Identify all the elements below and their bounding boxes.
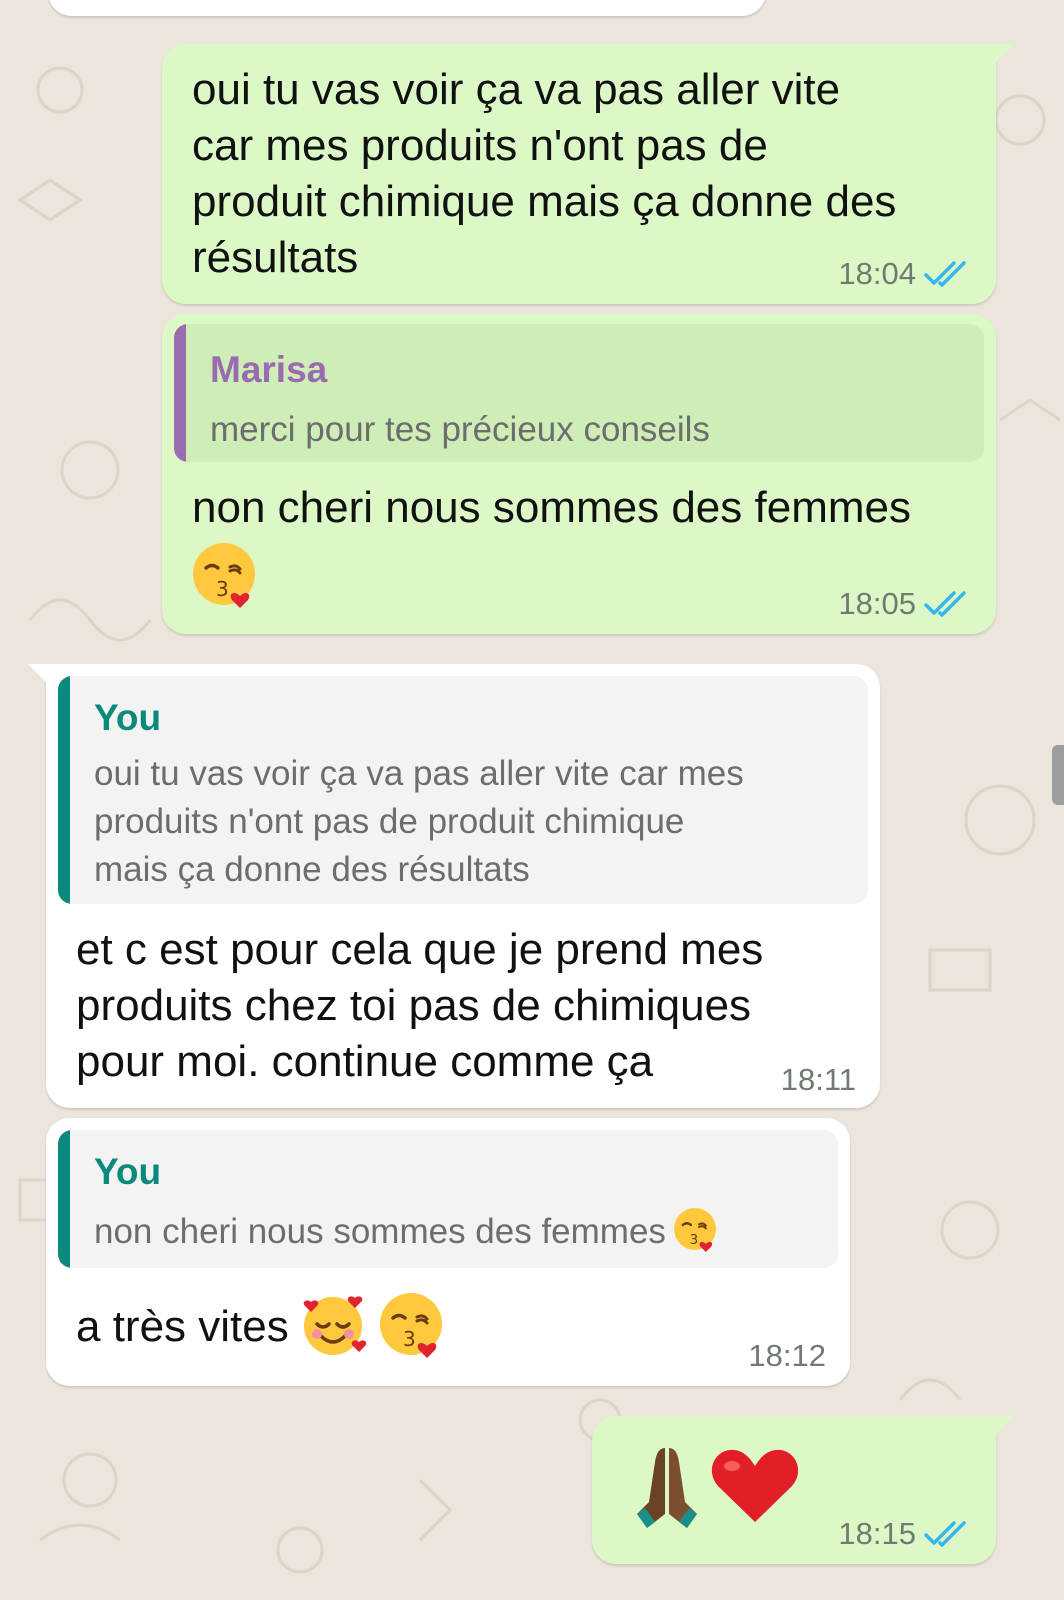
quote-author: You <box>94 1151 162 1192</box>
quote-text: non cheri nous sommes des femmes <box>94 1211 666 1251</box>
svg-text:3: 3 <box>216 577 229 601</box>
message-meta: 18:04 <box>838 256 972 292</box>
quote-accent-bar <box>174 324 186 462</box>
message-time: 18:15 <box>838 1516 916 1551</box>
double-check-read-icon <box>924 589 972 619</box>
previous-message-bubble[interactable] <box>48 0 766 16</box>
bubble-tail <box>994 1416 1014 1436</box>
quote-author: You <box>94 697 162 738</box>
red-heart-emoji <box>710 1446 800 1531</box>
message-bubble-outgoing-reply[interactable]: Marisa merci pour tes précieux conseils … <box>162 314 996 634</box>
smiling-face-with-hearts-emoji <box>299 1290 367 1363</box>
scrollbar-thumb[interactable] <box>1052 745 1064 805</box>
message-meta: 18:15 <box>838 1516 972 1552</box>
quote-text: oui tu vas voir ça va pas aller vite car… <box>94 754 744 889</box>
message-time: 18:11 <box>780 1062 856 1097</box>
bubble-tail <box>994 44 1014 64</box>
message-time: 18:04 <box>838 256 916 291</box>
message-bubble-outgoing[interactable]: 18:15 <box>592 1416 1014 1564</box>
message-meta: 18:11 <box>781 1062 856 1098</box>
quoted-message[interactable]: You non cheri nous sommes des femmes 3 <box>58 1130 838 1268</box>
quote-accent-bar <box>58 676 70 904</box>
message-text: a très vites <box>76 1301 289 1351</box>
quote-author: Marisa <box>210 349 328 390</box>
message-time: 18:05 <box>838 586 916 621</box>
svg-text:3: 3 <box>403 1327 416 1351</box>
message-time: 18:12 <box>748 1338 826 1373</box>
quote-accent-bar <box>58 1130 70 1268</box>
bubble-tail <box>28 664 48 684</box>
message-meta: 18:12 <box>748 1338 826 1374</box>
message-bubble-incoming-reply[interactable]: You non cheri nous sommes des femmes 3 a… <box>46 1118 850 1386</box>
folded-hands-emoji <box>632 1444 702 1539</box>
message-meta: 18:05 <box>838 586 972 622</box>
message-text: oui tu vas voir ça va pas aller vite car… <box>192 65 897 282</box>
face-blowing-kiss-emoji: 3 <box>190 540 258 613</box>
double-check-read-icon <box>924 1519 972 1549</box>
svg-text:3: 3 <box>690 1232 699 1248</box>
quoted-message[interactable]: You oui tu vas voir ça va pas aller vite… <box>58 676 868 904</box>
face-blowing-kiss-emoji: 3 <box>672 1206 718 1257</box>
message-text: et c est pour cela que je prend mes prod… <box>76 925 764 1086</box>
message-bubble-incoming-reply[interactable]: You oui tu vas voir ça va pas aller vite… <box>28 664 880 1108</box>
message-text: non cheri nous sommes des femmes <box>192 483 911 532</box>
quote-text: merci pour tes précieux conseils <box>210 410 710 449</box>
quoted-message[interactable]: Marisa merci pour tes précieux conseils <box>174 324 984 462</box>
double-check-read-icon <box>924 259 972 289</box>
face-blowing-kiss-emoji: 3 <box>377 1290 445 1363</box>
message-bubble-outgoing[interactable]: oui tu vas voir ça va pas aller vite car… <box>162 44 1014 304</box>
